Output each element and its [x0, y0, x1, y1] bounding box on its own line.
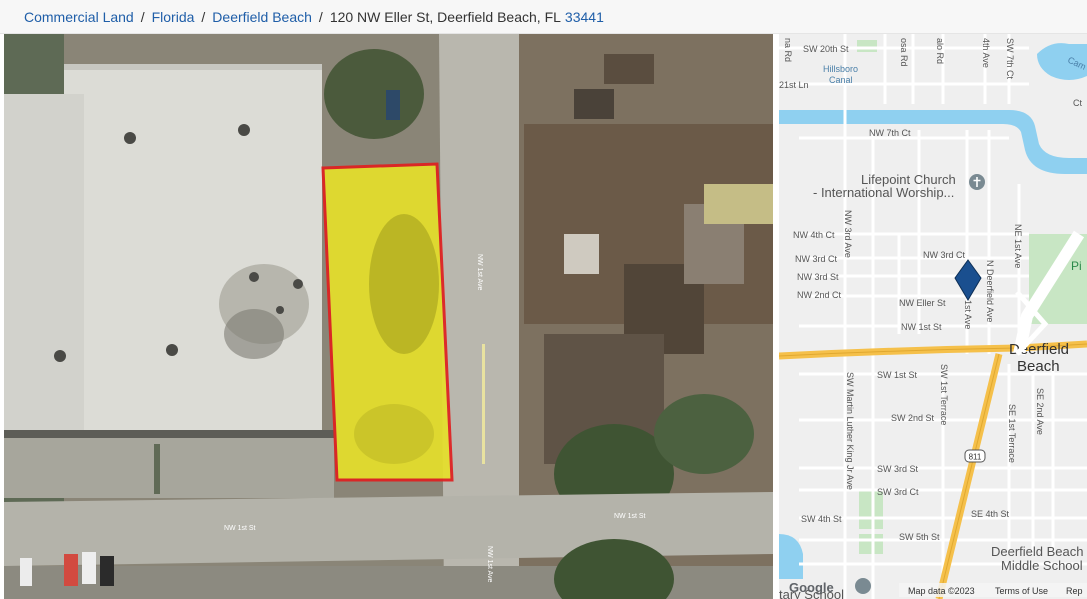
- street-label: SW 4th St: [801, 514, 842, 524]
- street-label: SW 7th Ct: [1005, 38, 1015, 80]
- breadcrumb-address: 120 NW Eller St, Deerfield Beach, FL: [329, 8, 561, 25]
- breadcrumb-commercial-land[interactable]: Commercial Land: [24, 9, 134, 25]
- breadcrumb-separator: /: [201, 8, 206, 25]
- breadcrumb-separator: /: [140, 8, 145, 25]
- street-label: NW 3rd Ct: [795, 254, 838, 264]
- street-label: Hillsboro: [823, 64, 858, 74]
- poi-school-name[interactable]: Deerfield Beach: [991, 544, 1084, 559]
- breadcrumb-separator: /: [318, 8, 323, 25]
- street-label: NE 1st Ave: [1013, 224, 1023, 268]
- route-shield: 811: [969, 453, 982, 462]
- terms-link[interactable]: Terms of Use: [995, 586, 1048, 596]
- road-label: NW 1st St: [614, 513, 646, 520]
- breadcrumb-zip[interactable]: 33441: [565, 9, 604, 25]
- street-label: SW 3rd Ct: [877, 487, 919, 497]
- report-link[interactable]: Rep: [1066, 586, 1083, 596]
- street-label: NW Eller St: [899, 298, 946, 308]
- street-label: SW 5th St: [899, 532, 940, 542]
- poi-school-name[interactable]: Middle School: [1001, 558, 1083, 573]
- street-label: NW 3rd Ct: [923, 250, 966, 260]
- street-label: SW Martin Luther King Jr Ave: [845, 372, 855, 490]
- street-label: 1st Ave: [963, 300, 973, 329]
- breadcrumb-city[interactable]: Deerfield Beach: [212, 9, 312, 25]
- street-map[interactable]: 811 SW 20th St Hillsboro Canal 21st Ln N…: [779, 34, 1087, 599]
- street-label: alo Rd: [935, 38, 945, 64]
- street-label: NW 3rd Ave: [843, 210, 853, 258]
- map-data-attribution: Map data ©2023: [908, 586, 975, 596]
- breadcrumb-state[interactable]: Florida: [152, 9, 195, 25]
- street-label: Pi: [1071, 259, 1082, 273]
- aerial-image: NW 1st Ave NW 1st St NW 1st St NW 1st Av…: [4, 34, 773, 599]
- street-label: SW 3rd St: [877, 464, 919, 474]
- street-label: NW 7th Ct: [869, 128, 911, 138]
- street-label: na Rd: [783, 38, 793, 62]
- road-label: NW 1st Ave: [486, 546, 493, 583]
- street-label: Ct: [1073, 98, 1082, 108]
- street-label: osa Rd: [899, 38, 909, 67]
- road-label: NW 1st Ave: [476, 254, 483, 291]
- street-label: SW 1st St: [877, 370, 918, 380]
- street-label: SE 1st Terrace: [1007, 404, 1017, 463]
- street-label: NW 3rd St: [797, 272, 839, 282]
- street-label: SE 2nd Ave: [1035, 388, 1045, 435]
- street-label: SW 2nd St: [891, 413, 935, 423]
- street-label: SW 1st Terrace: [939, 364, 949, 425]
- school-icon[interactable]: [855, 578, 871, 594]
- aerial-view[interactable]: NW 1st Ave NW 1st St NW 1st St NW 1st Av…: [4, 34, 773, 599]
- street-label: NW 2nd Ct: [797, 290, 842, 300]
- street-label: NW 4th Ct: [793, 230, 835, 240]
- street-label: 21st Ln: [779, 80, 809, 90]
- city-label: Beach: [1017, 358, 1060, 375]
- street-label: SW 20th St: [803, 44, 849, 54]
- street-label: SE 4th St: [971, 509, 1010, 519]
- poi-church-subtitle[interactable]: - International Worship...: [813, 185, 954, 200]
- street-label: 4th Ave: [981, 38, 991, 68]
- breadcrumb: Commercial Land / Florida / Deerfield Be…: [0, 0, 1087, 34]
- street-label: NW 1st St: [901, 322, 942, 332]
- road-label: NW 1st St: [224, 525, 256, 532]
- map-canvas: 811 SW 20th St Hillsboro Canal 21st Ln N…: [779, 34, 1087, 599]
- google-logo: Google: [789, 580, 834, 595]
- street-label: Canal: [829, 75, 853, 85]
- street-label: N Deerfield Ave: [985, 260, 995, 322]
